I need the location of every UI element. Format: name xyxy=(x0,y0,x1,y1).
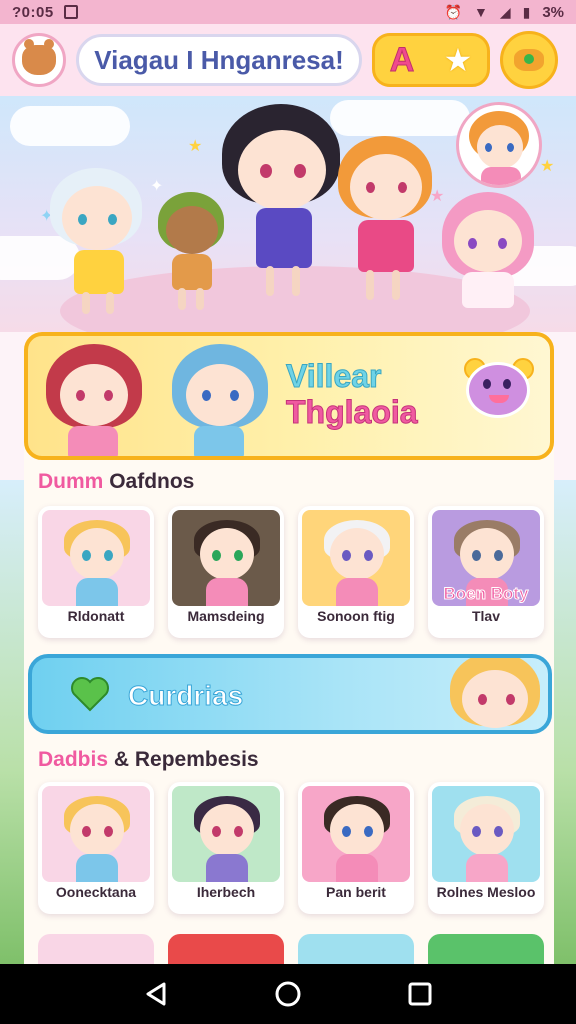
background-scenery-right xyxy=(554,480,576,964)
card-label: Pan berit xyxy=(326,884,386,900)
featured-character-portrait[interactable] xyxy=(456,102,542,188)
card-label: Sonoon ftig xyxy=(317,608,395,624)
status-bar: ?0:05 ⏰ ▼ ◢ ▮ 3% xyxy=(0,0,576,24)
wifi-icon: ▼ xyxy=(473,4,488,20)
character-orange-hair xyxy=(336,136,436,306)
cloud-decoration xyxy=(10,106,130,146)
card-artwork xyxy=(432,786,540,882)
section-title: Dadbis & Repembesis xyxy=(38,748,259,771)
app-header: Viagau I Hnganresa! A ★ xyxy=(0,24,576,96)
bear-avatar-icon xyxy=(22,39,56,75)
search-bar[interactable]: Viagau I Hnganresa! xyxy=(76,34,362,86)
battery-icon: ▮ xyxy=(522,3,531,20)
section-title: Dumm Oafdnos xyxy=(38,470,195,493)
card-artwork xyxy=(172,510,280,606)
profile-avatar-button[interactable] xyxy=(12,33,66,87)
header-actions: A ★ xyxy=(372,33,490,87)
character-card[interactable]: Oonecktana xyxy=(38,782,154,914)
character-card[interactable]: Rolnes Mesloo xyxy=(428,782,544,914)
home-button[interactable] xyxy=(268,974,308,1014)
card-artwork: Boen Boty xyxy=(432,510,540,606)
card-artwork xyxy=(302,786,410,882)
sparkle-icon: ★ xyxy=(188,138,203,155)
card-label: Oonecktana xyxy=(55,884,137,900)
system-nav-bar xyxy=(0,964,576,1024)
featured-title-line1: Villear xyxy=(285,358,382,395)
card-label: Mamsdeing xyxy=(187,608,265,624)
status-time: ?0:05 xyxy=(12,3,54,21)
cta-button[interactable]: Curdrias xyxy=(28,654,552,734)
character-card[interactable]: Sonoon ftig xyxy=(298,506,414,638)
sparkle-icon: ★ xyxy=(540,158,555,175)
recents-icon xyxy=(408,982,432,1006)
settings-button[interactable] xyxy=(500,31,558,89)
character-dark-hair xyxy=(222,104,342,304)
status-icons: ⏰ ▼ ◢ ▮ 3% xyxy=(445,4,564,21)
battery-level: 3% xyxy=(542,3,564,21)
hero-banner[interactable]: ★ ✦ ★ ✦ ★ xyxy=(0,96,576,332)
character-blonde xyxy=(446,658,546,730)
background-scenery-left xyxy=(0,480,24,964)
card-artwork xyxy=(42,786,150,882)
character-white-hair xyxy=(46,166,146,316)
card-artwork xyxy=(172,786,280,882)
recents-button[interactable] xyxy=(400,974,440,1014)
character-card[interactable]: Boen Boty Tlav xyxy=(428,506,544,638)
character-pink-hair xyxy=(442,192,536,322)
card-overlay-text: Boen Boty xyxy=(443,584,529,604)
letter-a-button[interactable]: A xyxy=(389,40,415,80)
home-icon xyxy=(275,981,301,1007)
featured-banner[interactable]: Villear Thglaoia xyxy=(24,332,554,460)
back-icon xyxy=(146,982,166,1006)
character-blue-hair xyxy=(172,344,272,456)
gear-icon xyxy=(514,49,544,71)
card-label: Tlav xyxy=(471,608,500,624)
heart-icon xyxy=(71,677,109,712)
character-red-hair xyxy=(46,344,146,456)
mascot-blob-icon xyxy=(466,362,530,418)
character-card[interactable]: Mamsdeing xyxy=(168,506,284,638)
character-card[interactable]: Pan berit xyxy=(298,782,414,914)
search-text: Viagau I Hnganresa! xyxy=(94,44,344,75)
card-label: Rolnes Mesloo xyxy=(436,884,536,900)
card-artwork xyxy=(302,510,410,606)
character-green-hair xyxy=(158,192,228,312)
signal-icon: ◢ xyxy=(499,3,511,20)
featured-title-line2: Thglaoia xyxy=(286,394,419,431)
back-button[interactable] xyxy=(136,974,176,1014)
card-artwork xyxy=(42,510,150,606)
cloud-decoration xyxy=(330,100,470,136)
character-card[interactable]: Iherbech xyxy=(168,782,284,914)
alarm-icon: ⏰ xyxy=(444,3,462,20)
card-label: Rldonatt xyxy=(67,608,125,624)
star-icon[interactable]: ★ xyxy=(444,41,473,79)
character-card[interactable]: Rldonatt xyxy=(38,506,154,638)
card-label: Iherbech xyxy=(196,884,256,900)
cta-label: Curdrias xyxy=(127,680,244,712)
notification-icon xyxy=(63,5,78,19)
